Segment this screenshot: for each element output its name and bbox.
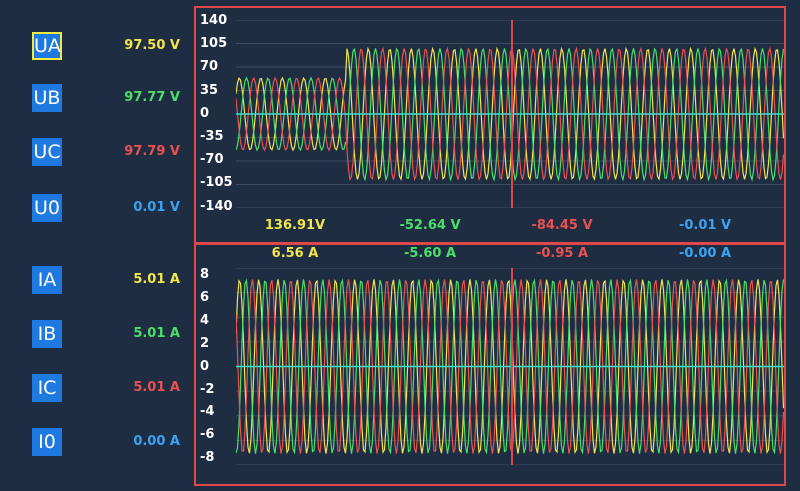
channel-button-ua[interactable]: UA [32, 32, 62, 60]
channel-value-i0: 0.00 A [133, 434, 180, 449]
reading-current-0: 6.56 A [271, 246, 319, 261]
tick-label: -2 [200, 381, 215, 397]
channel-button-ic[interactable]: IC [32, 374, 62, 402]
tick-label: -140 [200, 198, 233, 214]
channel-value-uc: 97.79 V [124, 144, 180, 159]
tick-label: 6 [200, 289, 210, 305]
tick-label: -105 [200, 175, 233, 191]
channel-button-ib[interactable]: IB [32, 320, 62, 348]
tick-label: 140 [200, 13, 228, 28]
tick-label: 35 [200, 82, 219, 98]
channel-button-i0[interactable]: I0 [32, 428, 62, 456]
channel-value-u0: 0.01 V [133, 200, 180, 215]
channel-button-ub[interactable]: UB [32, 84, 62, 112]
reading-voltage-1: -52.64 V [399, 218, 461, 233]
channel-button-u0[interactable]: U0 [32, 194, 62, 222]
tick-label: -8 [200, 450, 215, 466]
channel-button-ia[interactable]: IA [32, 266, 62, 294]
reading-current-2: -0.95 A [535, 246, 589, 261]
channel-button-uc[interactable]: UC [32, 138, 62, 166]
tick-label: 70 [200, 59, 219, 75]
tick-label: 0 [200, 358, 210, 374]
channel-value-ib: 5.01 A [133, 326, 180, 341]
channel-value-ic: 5.01 A [133, 380, 180, 395]
tick-label: 0 [200, 105, 210, 121]
channel-value-ua: 97.50 V [124, 38, 180, 53]
reading-voltage-0: 136.91V [264, 218, 326, 233]
reading-voltage-2: -84.45 V [531, 218, 593, 233]
tick-label: -35 [200, 129, 224, 144]
tick-label: 2 [200, 335, 210, 351]
tick-label: -6 [200, 427, 215, 443]
tick-label: 8 [200, 267, 210, 282]
tick-label: -70 [200, 152, 224, 168]
reading-voltage-3: -0.01 V [678, 218, 732, 233]
channel-value-ub: 97.77 V [124, 90, 180, 105]
voltage-waveform-plot[interactable] [236, 20, 784, 208]
channel-value-ia: 5.01 A [133, 272, 180, 287]
current-waveform-plot[interactable] [236, 268, 784, 465]
tick-label: 105 [200, 36, 228, 52]
tick-label: -4 [200, 404, 215, 420]
tick-label: 4 [200, 312, 210, 328]
reading-current-3: -0.00 A [678, 246, 732, 261]
reading-current-1: -5.60 A [403, 246, 457, 261]
